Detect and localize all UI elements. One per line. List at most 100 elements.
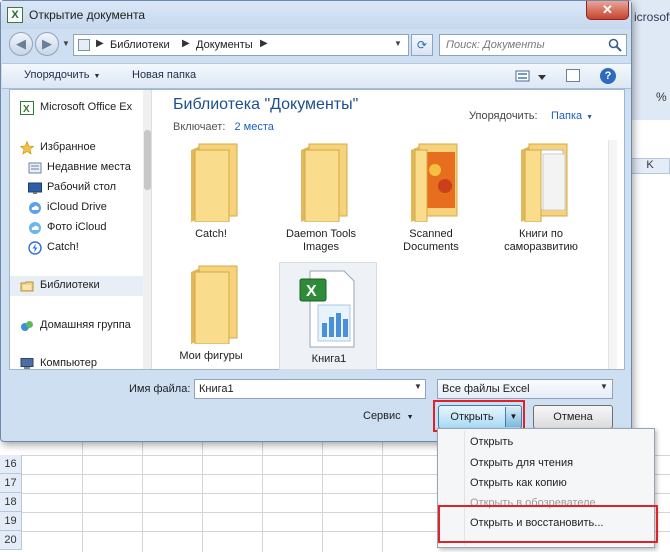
excel-row-number[interactable]: 17 [0, 474, 22, 493]
file-name: Мои фигуры [179, 350, 243, 362]
nav-item-label: Фото iCloud [47, 221, 107, 233]
svg-text:X: X [23, 104, 30, 115]
menu-item-open-as-copy[interactable]: Открыть как копию [470, 477, 567, 489]
breadcrumb-separator-icon[interactable]: ▶ [96, 38, 104, 49]
address-bar[interactable]: ▶ Библиотеки ▶ Документы ▶ ▼ [73, 34, 409, 56]
photo-folder-icon [411, 143, 458, 222]
icloud-icon [29, 202, 41, 214]
navigation-pane: X Microsoft Office Ex Избранное Недавние… [10, 90, 152, 369]
excel-icon: X [7, 7, 23, 23]
address-dropdown-icon[interactable]: ▼ [394, 39, 402, 48]
tools-button[interactable]: Сервис ▼ [363, 410, 414, 422]
nav-pane-scroll-thumb[interactable] [144, 130, 151, 190]
open-and-repair-highlight [438, 505, 658, 543]
svg-text:X: X [306, 283, 317, 300]
library-locations-link[interactable]: 2 места [234, 121, 273, 133]
nav-item-homegroup[interactable]: Домашняя группа [10, 316, 144, 336]
chevron-down-icon[interactable]: ▼ [600, 382, 608, 391]
nav-pane-scrollbar[interactable] [143, 90, 151, 369]
library-includes-label: Включает: [173, 121, 226, 133]
arrange-by-label: Упорядочить: [469, 110, 538, 122]
nav-item-label: iCloud Drive [47, 201, 107, 213]
nav-item-label: Недавние места [47, 161, 131, 173]
breadcrumb-separator-icon[interactable]: ▶ [260, 38, 268, 49]
file-name: Scanned Documents [403, 228, 459, 253]
tools-label: Сервис [363, 410, 401, 422]
file-name: Книга1 [311, 353, 347, 365]
breadcrumb-separator-icon[interactable]: ▶ [182, 38, 190, 49]
nav-item-label: Компьютер [40, 357, 97, 369]
chevron-down-icon: ▼ [406, 414, 414, 421]
file-item-book1[interactable]: X Книга1 [279, 262, 377, 370]
search-icon[interactable] [608, 38, 622, 52]
star-icon [20, 141, 34, 155]
excel-gridline [202, 440, 203, 552]
photo-icloud-icon [29, 222, 41, 234]
chevron-down-icon: ▼ [586, 114, 594, 121]
file-item-scanned-documents[interactable]: Scanned Documents [381, 140, 481, 253]
excel-gridline [142, 440, 143, 552]
nav-item-recent-places[interactable]: Недавние места [10, 158, 144, 178]
library-title: Библиотека "Документы" [173, 96, 359, 113]
back-button[interactable]: ◀ [9, 32, 33, 56]
file-item-my-shapes[interactable]: Мои фигуры [161, 262, 261, 372]
arrange-by-dropdown[interactable]: Папка ▼ [551, 110, 593, 122]
recent-locations-dropdown[interactable]: ▼ [62, 39, 70, 48]
organize-label: Упорядочить [24, 69, 90, 81]
file-item-catch[interactable]: Catch! [161, 140, 261, 250]
excel-percent-label: % [656, 90, 667, 104]
nav-item-label: Домашняя группа [40, 319, 131, 331]
breadcrumb-libraries[interactable]: Библиотеки [110, 39, 170, 51]
menu-item-open-read-only[interactable]: Открыть для чтения [470, 457, 573, 469]
nav-item-microsoft-office-excel[interactable]: X Microsoft Office Ex [10, 98, 144, 118]
file-list-pane: Библиотека "Документы" Включает: 2 места… [153, 90, 617, 372]
documents-folder-icon [521, 143, 568, 222]
nav-item-catch[interactable]: Catch! [10, 238, 144, 258]
excel-row-number[interactable]: 19 [0, 512, 22, 531]
navigation-row: ◀ ▶ ▼ ▶ Библиотеки ▶ Документы ▶ ▼ ⟳ Пои… [7, 31, 627, 59]
excel-row-number[interactable]: 16 [0, 455, 22, 474]
search-input[interactable]: Поиск: Документы [439, 34, 627, 56]
catch-icon [28, 241, 42, 255]
excel-column-header[interactable]: K [630, 158, 670, 174]
new-folder-button[interactable]: Новая папка [132, 69, 196, 81]
nav-item-icloud-drive[interactable]: iCloud Drive [10, 198, 144, 218]
homegroup-icon [21, 321, 33, 331]
excel-row-number[interactable]: 20 [0, 531, 22, 550]
nav-item-photo-icloud[interactable]: Фото iCloud [10, 218, 144, 238]
help-icon[interactable]: ? [600, 68, 616, 84]
libraries-icon [20, 281, 34, 292]
forward-button[interactable]: ▶ [35, 32, 59, 56]
cancel-button[interactable]: Отмена [533, 405, 613, 429]
nav-item-computer[interactable]: Компьютер [10, 354, 144, 369]
close-button[interactable]: ✕ [586, 1, 629, 20]
file-item-self-development-books[interactable]: Книги по саморазвитию [491, 140, 591, 253]
title-bar[interactable]: X Открытие документа ✕ [1, 1, 631, 29]
toolbar: Упорядочить ▼ Новая папка ? [2, 63, 631, 89]
nav-item-label: Избранное [40, 141, 96, 153]
file-type-select[interactable]: Все файлы Excel [437, 379, 613, 399]
arrange-by-value: Папка [551, 110, 583, 122]
nav-item-desktop[interactable]: Рабочий стол [10, 178, 144, 198]
excel-gridline [262, 440, 263, 552]
nav-item-libraries[interactable]: Библиотеки [10, 276, 144, 296]
breadcrumb-documents[interactable]: Документы [196, 39, 253, 51]
organize-button[interactable]: Упорядочить ▼ [24, 69, 100, 81]
excel-gridline [82, 440, 83, 552]
refresh-button[interactable]: ⟳ [411, 34, 433, 56]
filename-input[interactable]: Книга1 [194, 379, 426, 399]
menu-item-open[interactable]: Открыть [470, 436, 513, 448]
chevron-down-icon[interactable]: ▼ [414, 382, 422, 391]
excel-row-number[interactable]: 18 [0, 493, 22, 512]
file-item-daemon-tools-images[interactable]: Daemon Tools Images [271, 140, 371, 253]
excel-ribbon-text: icrosoft [634, 10, 670, 24]
folder-icon [301, 143, 348, 222]
nav-item-favorites[interactable]: Избранное [10, 138, 144, 158]
change-view-icon[interactable] [514, 68, 548, 85]
preview-pane-icon[interactable] [566, 69, 580, 82]
nav-item-label: Microsoft Office Ex [40, 101, 133, 113]
file-list-scrollbar[interactable] [608, 140, 617, 369]
file-name: Daemon Tools Images [285, 228, 357, 253]
search-placeholder: Поиск: Документы [446, 39, 545, 51]
main-panel: X Microsoft Office Ex Избранное Недавние… [9, 89, 625, 370]
